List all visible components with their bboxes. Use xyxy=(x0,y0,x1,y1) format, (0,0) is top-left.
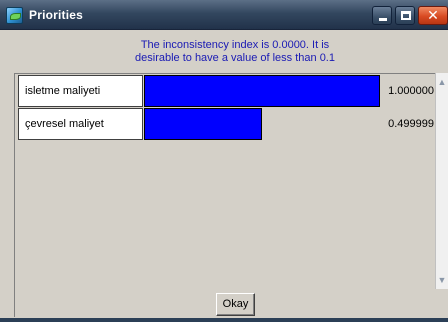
priority-row: isletme maliyeti 1.000000 xyxy=(15,74,436,107)
window-bottom-border xyxy=(0,318,448,322)
priority-value: 0.499999 xyxy=(388,118,434,130)
maximize-button[interactable] xyxy=(395,6,415,25)
priorities-window: Priorities ✕ The inconsistency index is … xyxy=(0,0,448,322)
priority-bar xyxy=(144,75,380,107)
priority-bar-track xyxy=(144,108,380,140)
priority-label: çevresel maliyet xyxy=(18,108,143,140)
minimize-icon xyxy=(379,18,387,21)
scroll-down-arrow-icon[interactable]: ▼ xyxy=(436,273,448,287)
scroll-up-arrow-icon[interactable]: ▲ xyxy=(436,75,448,89)
okay-button[interactable]: Okay xyxy=(216,293,255,316)
panel-divider xyxy=(14,289,15,317)
priority-bar-track xyxy=(144,75,380,107)
title-bar[interactable]: Priorities ✕ xyxy=(0,0,448,30)
app-icon xyxy=(6,7,23,24)
close-icon: ✕ xyxy=(427,7,439,23)
inconsistency-message: The inconsistency index is 0.0000. It is… xyxy=(30,39,440,65)
priorities-list: isletme maliyeti 1.000000 çevresel maliy… xyxy=(14,73,435,289)
maximize-icon xyxy=(401,11,411,20)
message-line-2: desirable to have a value of less than 0… xyxy=(135,52,335,64)
window-title: Priorities xyxy=(29,8,84,22)
message-line-1: The inconsistency index is 0.0000. It is xyxy=(140,39,330,51)
priority-bar xyxy=(144,108,262,140)
close-button[interactable]: ✕ xyxy=(418,6,448,25)
minimize-button[interactable] xyxy=(372,6,392,25)
priority-row: çevresel maliyet 0.499999 xyxy=(15,107,436,140)
priority-value: 1.000000 xyxy=(388,85,434,97)
vertical-scrollbar[interactable]: ▲ ▼ xyxy=(435,73,448,289)
priority-label: isletme maliyeti xyxy=(18,75,143,107)
